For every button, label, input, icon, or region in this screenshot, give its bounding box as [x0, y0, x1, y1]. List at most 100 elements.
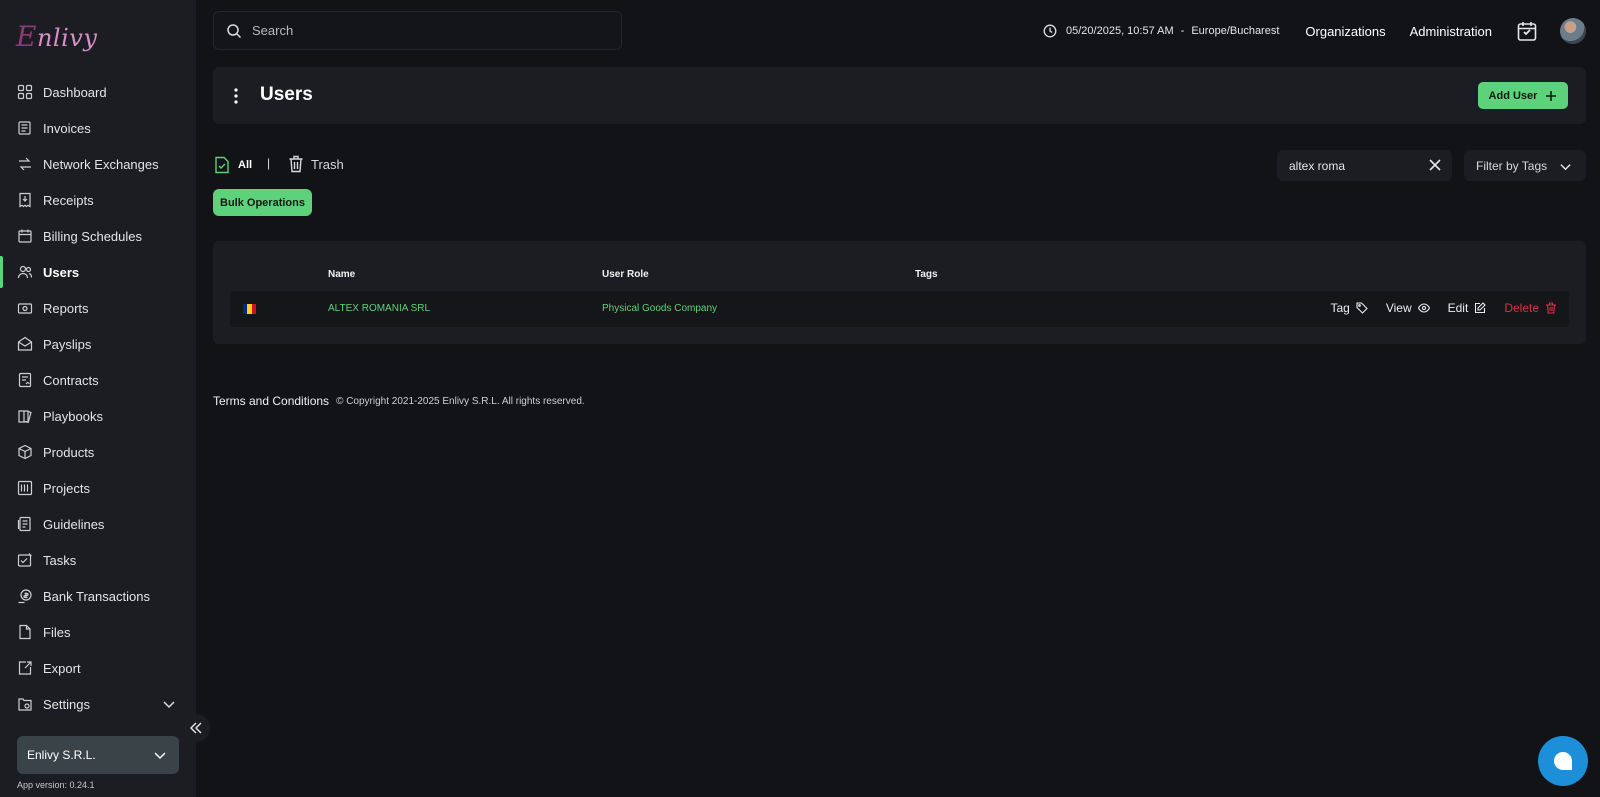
sidebar-item-products[interactable]: Products — [0, 434, 196, 470]
edit-button[interactable]: Edit — [1448, 301, 1487, 315]
sidebar-item-label: Users — [43, 264, 80, 280]
add-user-label: Add User — [1488, 89, 1538, 102]
filter-by-tags-dropdown[interactable]: Filter by Tags — [1464, 150, 1586, 181]
sidebar-item-reports[interactable]: Reports — [0, 290, 196, 326]
filter-separator: | — [267, 156, 271, 170]
copyright: © Copyright 2021-2025 Enlivy S.R.L. All … — [336, 395, 585, 407]
sidebar-item-playbooks[interactable]: Playbooks — [0, 398, 196, 434]
sidebar-item-label: Invoices — [43, 120, 91, 136]
guidelines-icon — [17, 516, 33, 532]
close-icon[interactable] — [1428, 158, 1442, 172]
column-header-name[interactable]: Name — [328, 269, 355, 280]
sidebar-item-receipts[interactable]: Receipts — [0, 182, 196, 218]
filter-all-label: All — [238, 159, 253, 171]
sidebar-item-contracts[interactable]: Contracts — [0, 362, 196, 398]
sidebar-item-dashboard[interactable]: Dashboard — [0, 74, 196, 110]
table-row[interactable]: ALTEX ROMANIA SRL Physical Goods Company… — [230, 291, 1569, 327]
playbook-icon — [17, 408, 33, 424]
search-icon — [227, 23, 242, 38]
user-role: Physical Goods Company — [602, 303, 718, 314]
project-icon — [17, 480, 33, 496]
footer: Terms and Conditions © Copyright 2021-20… — [213, 394, 585, 408]
sidebar-item-projects[interactable]: Projects — [0, 470, 196, 506]
clock-icon — [1043, 24, 1057, 38]
sidebar-item-label: Products — [43, 444, 95, 460]
sidebar-item-tasks[interactable]: Tasks — [0, 542, 196, 578]
sidebar-item-bank-transactions[interactable]: Bank Transactions — [0, 578, 196, 614]
sidebar-item-files[interactable]: Files — [0, 614, 196, 650]
tag-label: Tag — [1330, 301, 1350, 315]
chevron-down-icon — [1560, 164, 1571, 171]
tasks-icon — [17, 552, 33, 568]
tag-button[interactable]: Tag — [1330, 301, 1368, 315]
user-name-link[interactable]: ALTEX ROMANIA SRL — [328, 303, 430, 314]
sidebar-item-payslips[interactable]: Payslips — [0, 326, 196, 362]
sidebar-item-label: Network Exchanges — [43, 156, 159, 172]
sidebar-item-label: Reports — [43, 300, 89, 316]
app-version: App version: 0.24.1 — [17, 780, 95, 790]
column-header-user-role[interactable]: User Role — [602, 269, 649, 280]
row-actions: Tag View Edit Delete — [1312, 301, 1557, 315]
sidebar-item-label: Contracts — [43, 372, 99, 388]
chat-button[interactable] — [1538, 736, 1588, 786]
product-icon — [17, 444, 33, 460]
sidebar-item-label: Receipts — [43, 192, 94, 208]
sidebar-item-billing-schedules[interactable]: Billing Schedules — [0, 218, 196, 254]
sidebar-collapse-button[interactable] — [182, 714, 210, 742]
filter-trash-tab[interactable]: Trash — [288, 155, 344, 173]
sidebar-item-settings[interactable]: Settings — [0, 686, 196, 722]
billing-icon — [17, 228, 33, 244]
sidebar: Enlivy Dashboard Invoices Network Exchan… — [0, 0, 210, 797]
dashboard-icon — [17, 84, 33, 100]
bulk-operations-button[interactable]: Bulk Operations — [213, 189, 312, 216]
exchange-icon — [17, 156, 33, 172]
search-input[interactable] — [252, 23, 592, 38]
app-logo[interactable]: Enlivy — [16, 20, 97, 53]
filter-all-tab[interactable]: All — [214, 156, 252, 174]
invoice-icon — [17, 120, 33, 136]
organization-select[interactable]: Enlivy S.R.L. — [17, 736, 179, 774]
table-search[interactable] — [1277, 150, 1452, 181]
kebab-menu-icon[interactable] — [233, 86, 239, 106]
page-title: Users — [260, 84, 313, 105]
sidebar-item-guidelines[interactable]: Guidelines — [0, 506, 196, 542]
document-check-icon — [215, 156, 229, 174]
reports-icon — [17, 300, 33, 316]
avatar[interactable] — [1560, 18, 1586, 44]
calendar-icon[interactable] — [1516, 20, 1538, 42]
flag-stripe — [251, 304, 256, 314]
chevron-down-icon[interactable] — [162, 697, 176, 711]
organizations-link[interactable]: Organizations — [1305, 24, 1385, 39]
trash-icon — [1546, 302, 1556, 314]
page-header: Users Add User — [213, 67, 1586, 124]
global-search[interactable] — [213, 11, 622, 50]
add-user-button[interactable]: Add User — [1478, 82, 1568, 109]
sidebar-item-label: Bank Transactions — [43, 588, 150, 604]
export-icon — [17, 660, 33, 676]
users-icon — [17, 264, 33, 280]
sidebar-item-label: Files — [43, 624, 71, 640]
administration-link[interactable]: Administration — [1410, 24, 1492, 39]
double-chevron-left-icon — [189, 722, 202, 734]
table-search-input[interactable] — [1289, 158, 1419, 173]
chat-icon — [1554, 752, 1572, 770]
sidebar-nav: Dashboard Invoices Network Exchanges Rec… — [0, 74, 196, 722]
edit-icon — [1475, 302, 1487, 314]
terms-link[interactable]: Terms and Conditions — [213, 394, 329, 408]
delete-button[interactable]: Delete — [1504, 301, 1557, 315]
current-datetime: 05/20/2025, 10:57 AM — [1066, 25, 1174, 37]
timezone: Europe/Bucharest — [1191, 25, 1280, 37]
datetime-separator: - — [1180, 25, 1185, 37]
view-button[interactable]: View — [1386, 301, 1430, 315]
filter-trash-label: Trash — [311, 156, 344, 172]
sidebar-item-invoices[interactable]: Invoices — [0, 110, 196, 146]
romania-flag-icon — [243, 304, 256, 314]
plus-icon — [1546, 90, 1557, 101]
sidebar-item-users[interactable]: Users — [0, 254, 196, 290]
sidebar-item-network-exchanges[interactable]: Network Exchanges — [0, 146, 196, 182]
sidebar-item-label: Tasks — [43, 552, 77, 568]
sidebar-item-label: Playbooks — [43, 408, 103, 424]
sidebar-item-export[interactable]: Export — [0, 650, 196, 686]
eye-icon — [1417, 303, 1430, 313]
sidebar-item-label: Guidelines — [43, 516, 105, 532]
